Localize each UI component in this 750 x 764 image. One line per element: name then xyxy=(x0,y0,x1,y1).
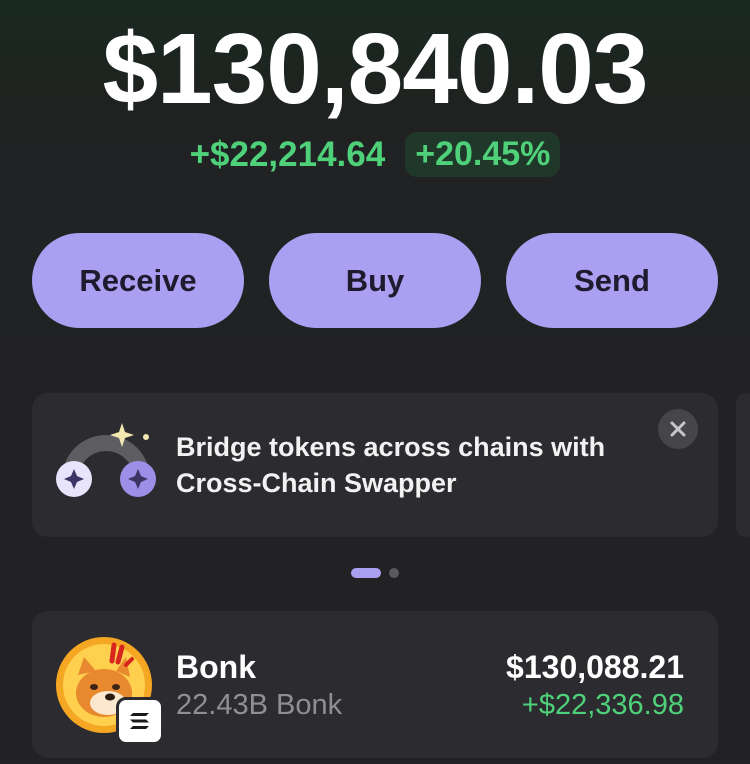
promo-card[interactable]: Bridge tokens across chains with Cross-C… xyxy=(32,393,718,537)
token-value: $130,088.21 xyxy=(506,649,684,685)
buy-button[interactable]: Buy xyxy=(269,233,481,328)
close-promo-button[interactable] xyxy=(658,409,698,449)
change-amount: +$22,214.64 xyxy=(189,134,386,174)
next-promo-card[interactable] xyxy=(736,393,750,537)
solana-icon xyxy=(116,697,164,745)
portfolio-change: +$22,214.64 +20.45% xyxy=(0,132,750,177)
token-name: Bonk xyxy=(176,649,256,685)
cross-chain-swapper-icon xyxy=(56,423,156,497)
close-icon xyxy=(670,421,686,437)
token-change: +$22,336.98 xyxy=(521,689,684,721)
receive-button[interactable]: Receive xyxy=(32,233,244,328)
portfolio-balance: $130,840.03 xyxy=(102,13,648,125)
token-row-bonk[interactable]: Bonk 22.43B Bonk $130,088.21 +$22,336.98 xyxy=(32,611,718,758)
send-button[interactable]: Send xyxy=(506,233,718,328)
pager-dot[interactable] xyxy=(389,568,399,578)
promo-text: Bridge tokens across chains with Cross-C… xyxy=(176,432,606,498)
change-percent-badge: +20.45% xyxy=(405,132,561,177)
token-balance: 22.43B Bonk xyxy=(176,689,343,721)
pager-dot-active[interactable] xyxy=(351,568,381,578)
promo-pager xyxy=(0,568,750,578)
